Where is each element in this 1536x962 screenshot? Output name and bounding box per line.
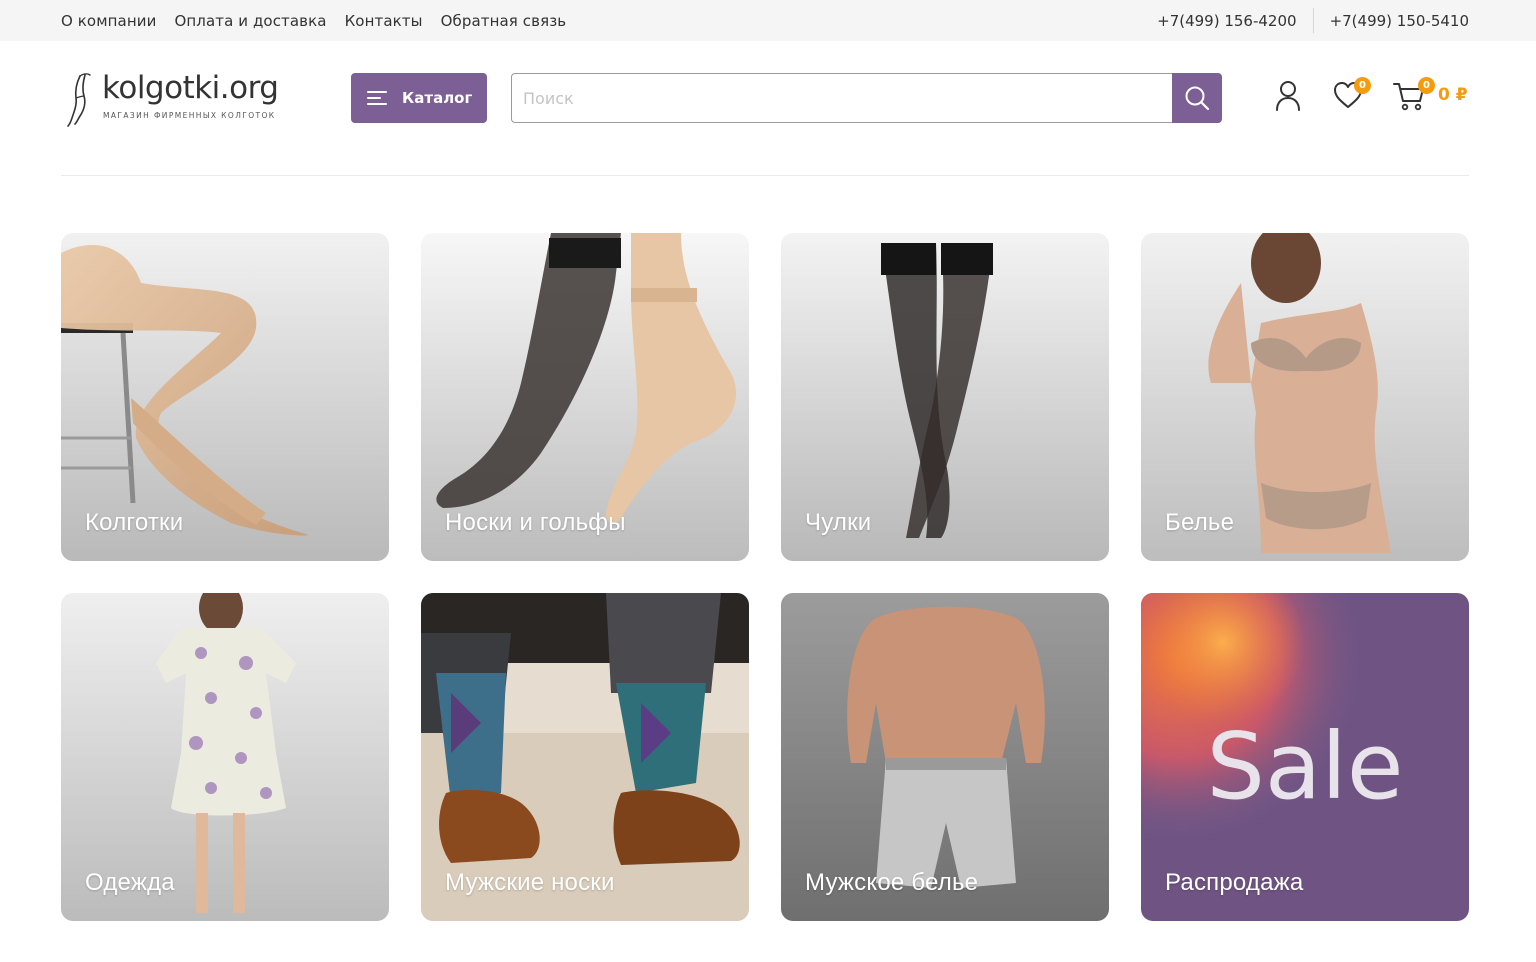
- menu-icon: [367, 90, 387, 106]
- svg-text:Sale: Sale: [1207, 713, 1404, 820]
- user-icon: [1276, 81, 1300, 111]
- category-tile-tights[interactable]: Колготки: [61, 233, 389, 561]
- category-label: Колготки: [85, 509, 184, 536]
- search-button[interactable]: [1172, 73, 1222, 123]
- phone-link-1[interactable]: +7(499) 156-4200: [1157, 12, 1296, 30]
- header-divider: [61, 175, 1469, 176]
- top-nav-feedback[interactable]: Обратная связь: [441, 12, 567, 30]
- site-logo[interactable]: kolgotki.org МАГАЗИН ФИРМЕННЫХ КОЛГОТОК: [66, 70, 296, 130]
- category-tile-lingerie[interactable]: Белье: [1141, 233, 1469, 561]
- category-tile-stockings[interactable]: Чулки: [781, 233, 1109, 561]
- cart-total[interactable]: 0 ₽: [1438, 85, 1468, 105]
- category-label: Носки и гольфы: [445, 509, 626, 536]
- category-tile-mens-socks[interactable]: Мужские носки: [421, 593, 749, 921]
- top-nav-payment-delivery[interactable]: Оплата и доставка: [174, 12, 326, 30]
- account-button[interactable]: [1272, 78, 1304, 114]
- top-nav-contacts[interactable]: Контакты: [345, 12, 423, 30]
- logo-name: kolgotki.org: [102, 70, 279, 106]
- search-bar: [511, 73, 1222, 123]
- legs-logo-icon: [67, 73, 91, 127]
- category-label: Распродажа: [1165, 869, 1304, 896]
- category-label: Одежда: [85, 869, 175, 896]
- favorites-button[interactable]: 0: [1332, 77, 1371, 112]
- category-label: Мужские носки: [445, 869, 615, 896]
- category-label: Белье: [1165, 509, 1235, 536]
- top-nav: О компании Оплата и доставка Контакты Об…: [61, 0, 566, 41]
- cart-count-badge: 0: [1418, 77, 1435, 94]
- phone-numbers: +7(499) 156-4200 +7(499) 150-5410: [1157, 0, 1469, 41]
- phone-divider: [1312, 8, 1314, 33]
- category-tile-sale[interactable]: Sale Распродажа: [1141, 593, 1469, 921]
- category-tile-socks[interactable]: Носки и гольфы: [421, 233, 749, 561]
- phone-link-2[interactable]: +7(499) 150-5410: [1330, 12, 1469, 30]
- search-icon: [1185, 86, 1210, 111]
- category-tile-clothing[interactable]: Одежда: [61, 593, 389, 921]
- catalog-button-label: Каталог: [402, 89, 473, 107]
- cart-button[interactable]: 0: [1392, 77, 1435, 112]
- catalog-button[interactable]: Каталог: [351, 73, 487, 123]
- favorites-count-badge: 0: [1354, 77, 1371, 94]
- category-tile-mens-underwear[interactable]: Мужское белье: [781, 593, 1109, 921]
- category-label: Чулки: [805, 509, 872, 536]
- top-bar: О компании Оплата и доставка Контакты Об…: [0, 0, 1536, 41]
- top-nav-about[interactable]: О компании: [61, 12, 156, 30]
- category-label: Мужское белье: [805, 869, 979, 896]
- search-input[interactable]: [511, 73, 1173, 123]
- logo-tagline: МАГАЗИН ФИРМЕННЫХ КОЛГОТОК: [103, 111, 276, 120]
